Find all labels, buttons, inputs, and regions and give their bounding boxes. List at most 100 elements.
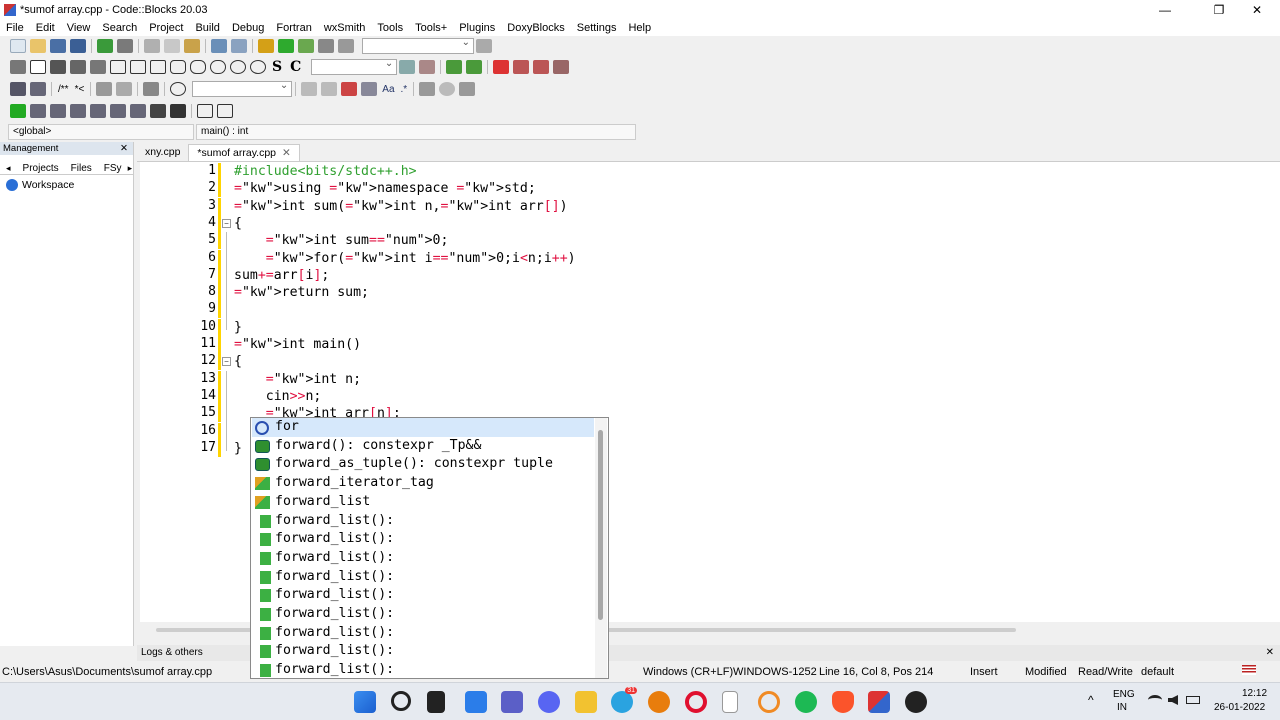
search-icon[interactable]: [391, 691, 411, 711]
back-arrow-icon[interactable]: [446, 60, 463, 74]
scrollbar-thumb[interactable]: [598, 430, 603, 620]
comment-line-icon[interactable]: *<: [75, 84, 85, 95]
menu-build[interactable]: Build: [189, 22, 225, 34]
open-file-icon[interactable]: [30, 39, 46, 53]
close-tab-icon[interactable]: ✕: [282, 147, 291, 159]
minimize-button[interactable]: —: [1142, 0, 1188, 20]
menu-search[interactable]: Search: [96, 22, 143, 34]
build-target-select[interactable]: [362, 37, 474, 54]
spotify-icon[interactable]: [795, 691, 817, 713]
menu-plugins[interactable]: Plugins: [453, 22, 501, 34]
c-label[interactable]: C: [290, 59, 301, 75]
run-icon[interactable]: [278, 39, 294, 53]
frame-icon[interactable]: [110, 60, 126, 74]
match-case-icon[interactable]: Aa: [382, 84, 394, 95]
clear-bookmarks-icon[interactable]: [553, 60, 570, 74]
autocomplete-popup[interactable]: for forward(): constexpr _Tp&& forward_as_…: [250, 417, 609, 679]
code-line[interactable]: }: [234, 441, 242, 456]
undo-icon[interactable]: [97, 39, 113, 53]
frame-alt2-icon[interactable]: [150, 60, 166, 74]
rebuild-icon[interactable]: [318, 39, 334, 53]
menu-edit[interactable]: Edit: [30, 22, 61, 34]
find-next-icon[interactable]: [321, 82, 338, 96]
notepad-icon[interactable]: [722, 691, 738, 713]
autocomplete-scrollbar[interactable]: [595, 418, 607, 678]
comment-block-icon[interactable]: /**: [58, 84, 69, 95]
menu-project[interactable]: Project: [143, 22, 189, 34]
stop-debugger-icon[interactable]: [170, 104, 186, 118]
discord-icon[interactable]: [538, 691, 560, 713]
close-icon[interactable]: ✕: [1266, 645, 1274, 661]
next-instruction-icon[interactable]: [110, 104, 126, 118]
settings-icon[interactable]: [143, 82, 160, 96]
code-line[interactable]: {: [234, 354, 242, 369]
teams-chat-icon[interactable]: [501, 691, 523, 713]
oval-frame-icon[interactable]: [190, 60, 206, 74]
pointer-icon[interactable]: [10, 60, 26, 74]
windows-start-icon[interactable]: [354, 691, 376, 713]
tab-projects[interactable]: Projects: [17, 163, 65, 174]
build-icon[interactable]: [258, 39, 274, 53]
language-secondary[interactable]: IN: [1117, 702, 1127, 713]
clock-date[interactable]: 26-01-2022: [1214, 702, 1265, 713]
step-into-icon[interactable]: [70, 104, 86, 118]
tab-files[interactable]: Files: [65, 163, 98, 174]
code-line[interactable]: ="kw">using ="kw">namespace ="kw">std;: [234, 181, 536, 196]
search-select[interactable]: [192, 80, 293, 97]
code-line[interactable]: ="kw">for(="kw">int i=="num">0;i<n;i++): [234, 251, 576, 266]
fold-marker-icon[interactable]: −: [222, 218, 231, 228]
show-select-target-icon[interactable]: [476, 39, 492, 53]
prev-bookmark-icon[interactable]: [513, 60, 530, 74]
debug-windows-icon[interactable]: [197, 104, 213, 118]
menu-fortran[interactable]: Fortran: [270, 22, 317, 34]
rectangle-icon[interactable]: [30, 60, 46, 74]
brave-icon[interactable]: [832, 691, 854, 713]
show-hidden-icons-chevron[interactable]: ^: [1088, 693, 1094, 707]
menu-view[interactable]: View: [61, 22, 97, 34]
autocomplete-item[interactable]: forward_as_tuple(): constexpr tuple: [252, 455, 594, 474]
volume-icon[interactable]: [1168, 695, 1178, 705]
menu-tools[interactable]: Tools: [371, 22, 409, 34]
step-into-instruction-icon[interactable]: [130, 104, 146, 118]
close-icon[interactable]: ✕: [120, 142, 128, 155]
block-icon[interactable]: [50, 60, 66, 74]
code-line[interactable]: #include<bits/stdc++.h>: [234, 164, 417, 179]
tab-scroll-right-icon[interactable]: ▸: [128, 163, 133, 174]
close-button[interactable]: ✕: [1234, 0, 1280, 20]
debug-continue-icon[interactable]: [10, 104, 26, 118]
autocomplete-item[interactable]: forward_list():: [252, 642, 594, 661]
zoom-in-icon[interactable]: [230, 60, 246, 74]
autocomplete-item[interactable]: forward_list():: [252, 605, 594, 624]
highlight-icon[interactable]: [341, 82, 358, 96]
tab-fsymbols[interactable]: FSy: [98, 163, 128, 174]
pause-icon[interactable]: [150, 104, 166, 118]
regex-icon[interactable]: .*: [401, 84, 408, 95]
code-line[interactable]: ="kw">int n;: [234, 372, 361, 387]
debug-info-icon[interactable]: [217, 104, 233, 118]
autocomplete-item[interactable]: forward_list():: [252, 568, 594, 587]
obs-icon[interactable]: [905, 691, 927, 713]
abort-icon[interactable]: [338, 39, 354, 53]
code-line[interactable]: ="kw">int sum=="num">0;: [234, 233, 449, 248]
stop-icon[interactable]: [170, 82, 187, 96]
zoom-out-icon[interactable]: [250, 60, 266, 74]
cut-icon[interactable]: [144, 39, 160, 53]
code-line[interactable]: }: [234, 320, 242, 335]
task-view-icon[interactable]: [427, 691, 445, 713]
zoom-select[interactable]: [311, 58, 398, 75]
global-scope-select[interactable]: <global>: [8, 124, 194, 140]
autocomplete-item[interactable]: forward_list():: [252, 549, 594, 568]
autocomplete-item[interactable]: forward_list():: [252, 512, 594, 531]
bookmark-icon[interactable]: [493, 60, 510, 74]
autocomplete-item[interactable]: forward_list: [252, 493, 594, 512]
file-explorer-icon[interactable]: [575, 691, 597, 713]
build-and-run-icon[interactable]: [298, 39, 314, 53]
workspace-tree-item[interactable]: Workspace: [0, 175, 133, 191]
code-line[interactable]: ="kw">int sum(="kw">int n,="kw">int arr[…: [234, 199, 568, 214]
jump-back-icon[interactable]: [419, 82, 436, 96]
menu-settings[interactable]: Settings: [571, 22, 623, 34]
tab-xny-cpp[interactable]: xny.cpp: [137, 144, 188, 161]
blender-icon[interactable]: [648, 691, 670, 713]
redo-icon[interactable]: [117, 39, 133, 53]
clock-time[interactable]: 12:12: [1242, 688, 1267, 699]
